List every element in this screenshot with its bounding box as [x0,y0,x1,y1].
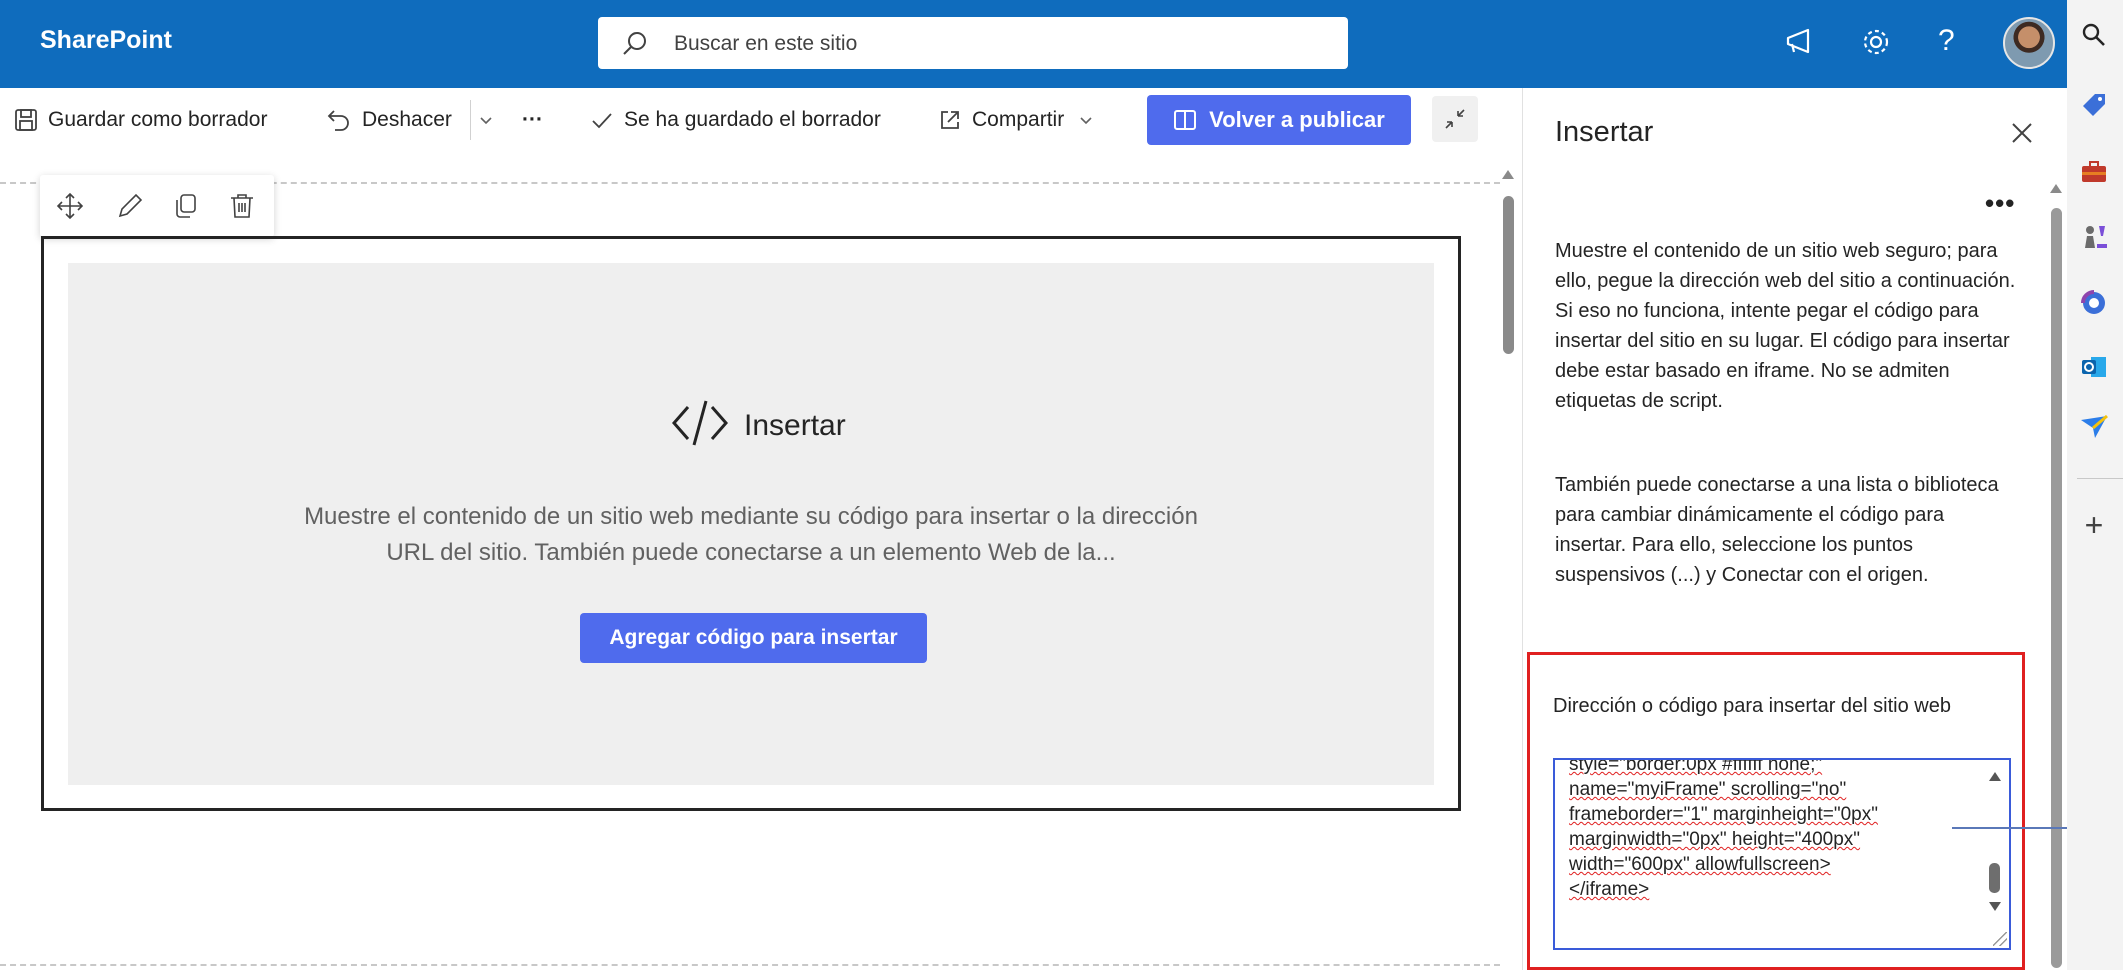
webpart-toolbar [40,175,274,237]
save-icon [15,109,37,131]
pane-scroll-up-arrow[interactable] [2050,184,2062,193]
checkmark-icon [592,113,612,129]
add-embed-code-button[interactable]: Agregar código para insertar [580,613,927,663]
more-commands-button[interactable]: ··· [522,104,543,136]
search-placeholder: Buscar en este sitio [674,32,858,55]
republish-label: Volver a publicar [1209,107,1385,132]
textarea-scroll-up-arrow[interactable] [1989,772,2001,781]
rail-separator [2077,478,2123,479]
collapse-icon [1445,109,1465,129]
help-icon[interactable]: ? [1938,24,1978,64]
briefcase-icon[interactable] [2079,157,2109,187]
textarea-scrollbar[interactable] [1989,863,2000,893]
save-draft-button[interactable]: Guardar como borrador [14,104,267,136]
search-icon [622,30,648,61]
section-border-bottom [0,964,1500,966]
suite-bar: SharePoint Buscar en este sitio ? [0,0,2067,88]
search-box[interactable]: Buscar en este sitio [598,17,1348,69]
embed-code-value: style="border:0px #ffffff none;" name="m… [1569,758,1878,900]
republish-button[interactable]: Volver a publicar [1147,95,1411,145]
code-icon [668,391,732,460]
avatar[interactable] [2003,17,2055,69]
outlook-icon[interactable] [2079,352,2109,382]
embed-placeholder: Insertar Muestre el contenido de un siti… [68,263,1434,785]
app-title[interactable]: SharePoint [40,26,172,55]
pane-more-button[interactable]: ••• [1985,188,2015,219]
embed-code-textarea[interactable]: style="border:0px #ffffff none;" name="m… [1553,758,2011,950]
annotation-leader-line [1952,827,2082,829]
gear-icon[interactable] [1858,24,1898,64]
share-icon [941,111,959,129]
delete-icon[interactable] [226,190,258,222]
send-icon[interactable] [2079,412,2109,442]
embed-webpart[interactable]: Insertar Muestre el contenido de un siti… [41,236,1461,811]
sharepoint-page: SharePoint Buscar en este sitio ? Guarda… [0,0,2123,970]
edit-icon[interactable] [114,190,146,222]
undo-icon [327,110,349,131]
app-rail: + [2067,0,2123,970]
pane-title: Insertar [1555,116,1654,148]
collapse-button[interactable] [1432,96,1478,142]
close-icon[interactable] [2009,120,2035,146]
share-button[interactable]: Compartir [938,104,1104,136]
pane-scrollbar[interactable] [2051,208,2062,968]
move-icon[interactable] [54,190,86,222]
chess-icon[interactable] [2079,222,2109,252]
pane-description: Muestre el contenido de un sitio web seg… [1555,240,2016,412]
duplicate-icon[interactable] [170,190,202,222]
main-scrollbar[interactable] [1503,196,1514,354]
tag-icon[interactable] [2079,90,2109,120]
book-icon [1174,110,1197,130]
embed-title: Insertar [744,409,846,442]
pane-connect-note: También puede conectarse a una lista o b… [1555,474,1999,586]
resize-grip[interactable] [1993,932,2007,946]
draft-saved-status: Se ha guardado el borrador [590,104,881,136]
chevron-down-icon [480,117,492,125]
save-draft-label: Guardar como borrador [48,108,268,131]
command-separator [470,100,471,140]
embed-description: Muestre el contenido de un sitio web med… [304,503,1198,566]
copilot-icon[interactable] [2079,288,2109,318]
undo-dropdown-button[interactable] [478,104,504,136]
chevron-down-icon [1080,117,1092,125]
textarea-scroll-down-arrow[interactable] [1989,902,2001,911]
megaphone-icon[interactable] [1782,24,1822,64]
share-label: Compartir [972,108,1065,131]
undo-label: Deshacer [362,108,452,131]
main-scroll-up-arrow[interactable] [1502,170,1514,179]
embed-field-label: Dirección o código para insertar del sit… [1553,695,1951,717]
undo-button[interactable]: Deshacer [326,104,452,136]
draft-saved-label: Se ha guardado el borrador [624,108,881,131]
search-icon[interactable] [2079,20,2109,50]
add-icon[interactable]: + [2079,509,2109,541]
